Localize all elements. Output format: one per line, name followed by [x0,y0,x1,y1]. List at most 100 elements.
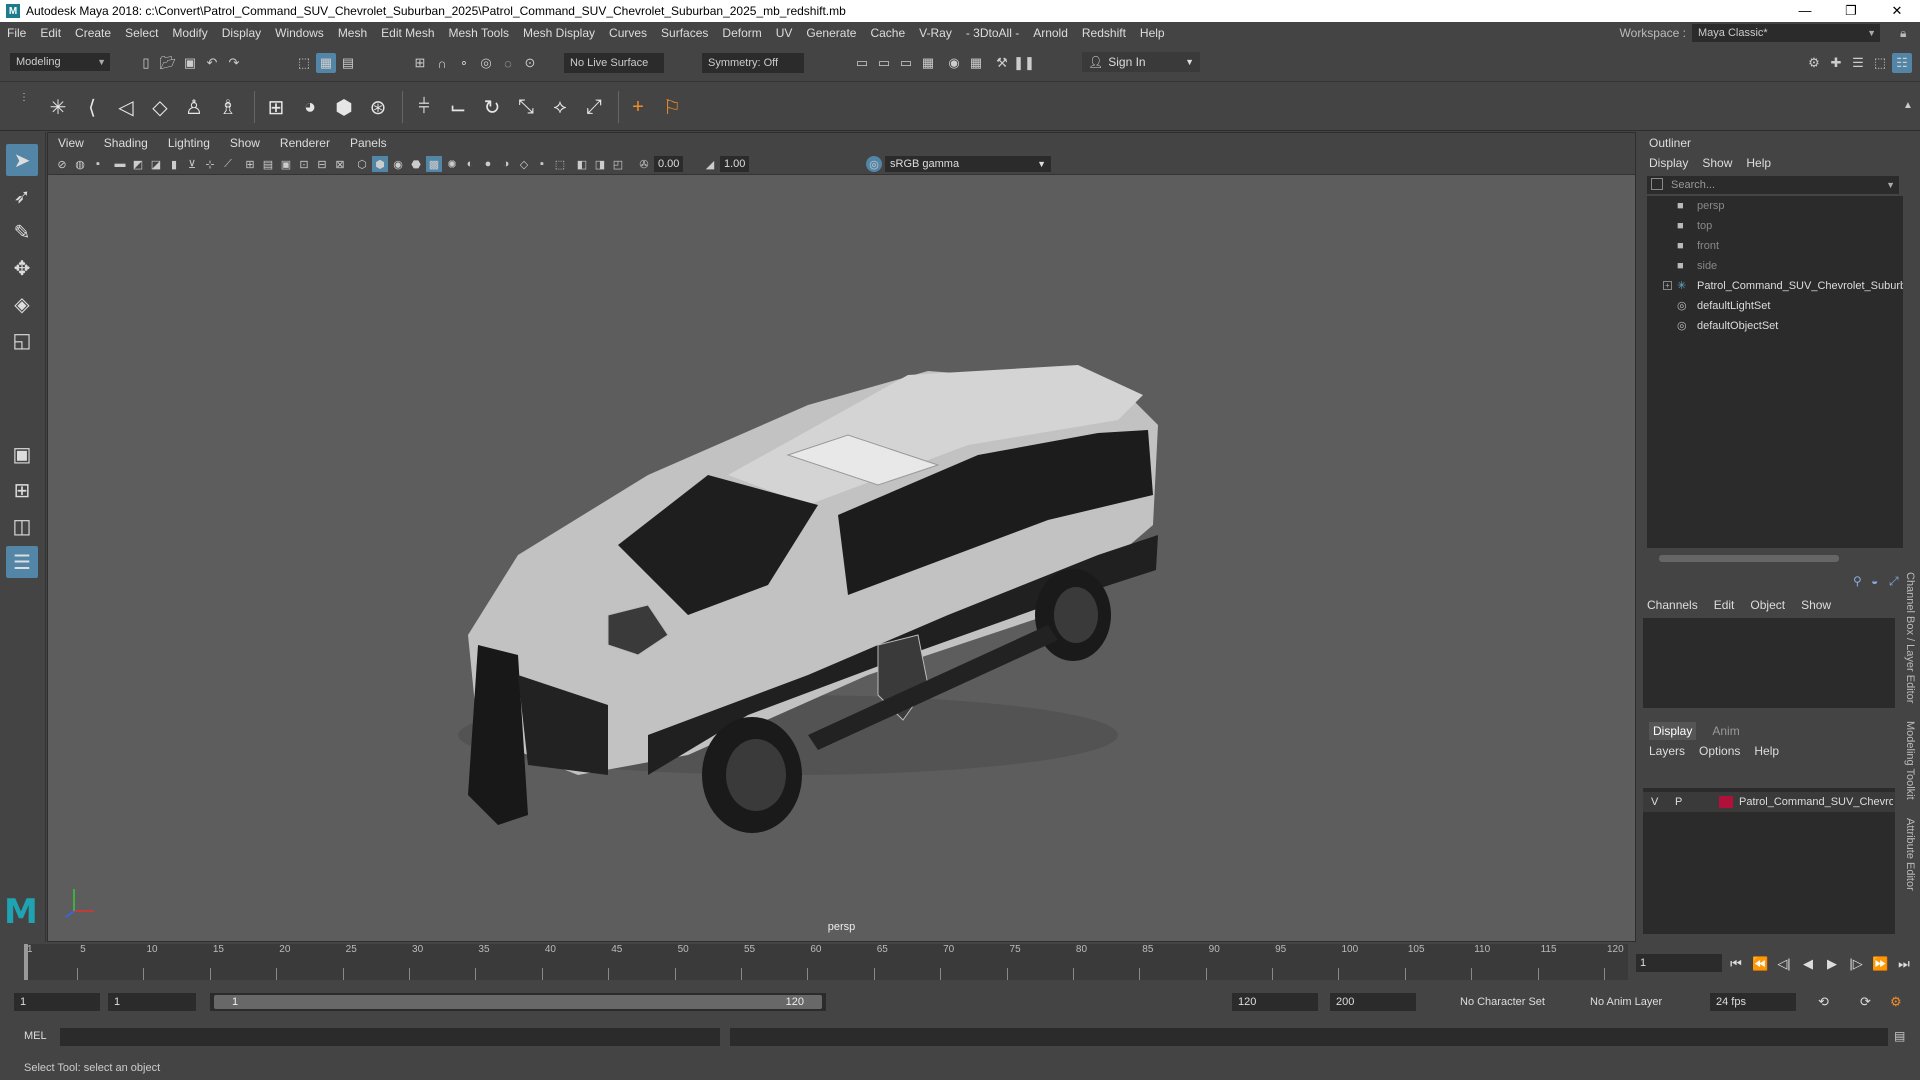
start-time-field[interactable]: 1 [14,993,100,1011]
scale-tool-icon[interactable]: ◱ [6,324,38,356]
restore-icon[interactable]: ❐ [1828,0,1874,22]
color-management-icon[interactable]: ◎ [866,156,882,172]
live-surface-field[interactable]: No Live Surface [564,53,664,73]
outliner-item[interactable]: ■ top [1647,216,1903,236]
show-menu[interactable]: Show [1801,598,1831,612]
snap-surface-icon[interactable]: ◌ [498,53,518,73]
render-frame-icon[interactable]: ▭ [852,53,872,73]
playback-end-field[interactable]: 120 [1232,993,1318,1011]
edit-menu[interactable]: Edit [1714,598,1735,612]
single-perspective-icon[interactable]: ▣ [6,438,38,470]
lasso-tool-icon[interactable]: ➶ [6,180,38,212]
outliner-item[interactable]: ◎ defaultObjectSet [1647,316,1903,336]
soft-mod-icon[interactable]: ⊛ [364,93,392,121]
bookmark-icon[interactable]: ▪ [90,156,106,172]
tab-channel-box[interactable]: Channel Box / Layer Editor [1904,572,1916,703]
layer-visibility-toggle[interactable]: V [1651,792,1658,812]
two-d-pan-icon[interactable]: ⊠ [332,156,348,172]
scale-constraint-icon[interactable]: ⤡ [512,93,540,121]
outliner-menu-display[interactable]: Display [1649,156,1688,170]
time-slider[interactable]: 1 5 10 15 20 25 30 35 40 45 50 55 60 65 70 75 80 85 90 95 10… [0,944,1920,980]
new-scene-icon[interactable]: ▯ [136,53,156,73]
isolate-select-icon[interactable]: ⬚ [552,156,568,172]
workspace-dropdown[interactable]: Maya Classic* ▼ [1692,24,1880,42]
textured-icon[interactable]: ▩ [426,156,442,172]
save-scene-icon[interactable]: ▣ [180,53,200,73]
field-gate-icon[interactable]: ⊡ [296,156,312,172]
rotate-tool-icon[interactable]: ◈ [6,288,38,320]
outliner-item[interactable]: ■ persp [1647,196,1903,216]
menu-vray[interactable]: V-Ray [912,26,959,40]
viewport-menu-panels[interactable]: Panels [340,136,397,150]
time-ticks[interactable]: 1 5 10 15 20 25 30 35 40 45 50 55 60 65 70 75 80 85 90 95 10… [24,944,1628,980]
safe-title-icon[interactable]: ⟋ [220,156,236,172]
move-tool-icon[interactable]: ✥ [6,252,38,284]
command-language-label[interactable]: MEL [24,1030,47,1042]
gamma-icon[interactable]: ◢ [702,156,718,172]
cluster-icon[interactable]: ◕ [296,93,324,121]
attribute-editor-icon[interactable]: ☰ [1848,53,1868,73]
wireframe-icon[interactable]: ⬡ [354,156,370,172]
layer-help-menu[interactable]: Help [1754,744,1779,758]
layers-menu[interactable]: Layers [1649,744,1685,758]
menu-mesh[interactable]: Mesh [331,26,374,40]
layer-color-swatch[interactable] [1719,796,1733,808]
channel-box-edit-icon[interactable]: ⤢ [1889,574,1899,589]
channels-menu[interactable]: Channels [1647,598,1698,612]
set-breakdown-icon[interactable]: ⚐ [658,93,686,121]
bind-skin-icon[interactable]: ◇ [146,93,174,121]
orient-constraint-icon[interactable]: ↻ [478,93,506,121]
menu-create[interactable]: Create [68,26,118,40]
redshift-ipr-icon[interactable]: ⚒ [992,53,1012,73]
tab-attribute-editor[interactable]: Attribute Editor [1904,818,1916,891]
anti-alias-icon[interactable]: ◇ [516,156,532,172]
resolution-gate-icon[interactable]: ▤ [260,156,276,172]
render-settings-icon[interactable]: ▦ [918,53,938,73]
outliner-item[interactable]: ■ front [1647,236,1903,256]
menu-3dtoall[interactable]: - 3DtoAll - [959,26,1026,40]
go-to-end-icon[interactable]: ⏭ [1896,956,1912,972]
snap-point-icon[interactable]: ∘ [454,53,474,73]
viewport-scene[interactable]: persp [48,175,1635,941]
lattice-icon[interactable]: ⊞ [262,93,290,121]
gamma-field[interactable]: 1.00 [720,156,750,172]
use-lights-icon[interactable]: ✺ [444,156,460,172]
hypershade-icon[interactable]: ◉ [944,53,964,73]
menu-display[interactable]: Display [215,26,268,40]
snap-live-icon[interactable]: ⊙ [520,53,540,73]
xray-icon[interactable]: ◧ [574,156,590,172]
default-material-icon[interactable]: ◉ [390,156,406,172]
four-view-icon[interactable]: ⊞ [6,474,38,506]
ik-handle-icon[interactable]: ⟨ [78,93,106,121]
select-camera-icon[interactable]: ⊘ [54,156,70,172]
gate-mask-icon[interactable]: ▣ [278,156,294,172]
aim-constraint-icon[interactable]: ⟡ [546,93,574,121]
menu-cache[interactable]: Cache [863,26,912,40]
end-time-field[interactable]: 200 [1330,993,1416,1011]
depth-of-field-icon[interactable]: ▪ [534,156,550,172]
symmetry-field[interactable]: Symmetry: Off [702,53,804,73]
range-bar-fill[interactable] [214,995,822,1009]
point-constraint-icon[interactable]: ⌙ [444,93,472,121]
viewport-menu-renderer[interactable]: Renderer [270,136,340,150]
quick-rig-icon[interactable]: ♗ [214,93,242,121]
joint-tool-icon[interactable]: ✳ [44,93,72,121]
humanik-icon[interactable]: ♙ [180,93,208,121]
anim-layer-dropdown[interactable]: No Anim Layer [1590,993,1662,1011]
playback-start-field[interactable]: 1 [108,993,196,1011]
step-forward-key-icon[interactable]: ⏩ [1872,956,1888,972]
chevron-down-icon[interactable]: ▼ [1886,176,1895,194]
camera-attr-icon[interactable]: ◍ [72,156,88,172]
shadows-icon[interactable]: ◐ [462,156,478,172]
prefs-icon[interactable]: ⚙ [1890,993,1902,1011]
menu-modify[interactable]: Modify [165,26,214,40]
play-forward-icon[interactable]: ▶ [1824,956,1840,972]
character-controls-icon[interactable]: ✚ [1826,53,1846,73]
motion-blur-icon[interactable]: ◑ [498,156,514,172]
grid-icon[interactable]: ⊞ [242,156,258,172]
menu-mesh-tools[interactable]: Mesh Tools [442,26,516,40]
step-back-key-icon[interactable]: ⏪ [1752,956,1768,972]
exposure-field[interactable]: 0.00 [654,156,684,172]
redshift-render-icon[interactable]: ▦ [966,53,986,73]
outliner-item[interactable]: + ✳ Patrol_Command_SUV_Chevrolet_Suburba… [1647,276,1903,296]
